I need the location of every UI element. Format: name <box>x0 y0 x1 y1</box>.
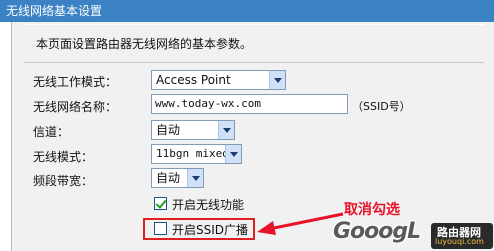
ssid-hint: （SSID号） <box>352 100 411 113</box>
wireless-mode-select[interactable]: 11bgn mixed <box>151 144 242 164</box>
page-title: 无线网络基本设置 <box>0 0 494 22</box>
watermark-badge: 路由器网 luyouqi.com <box>431 223 493 249</box>
watermark-badge-url: luyouqi.com <box>435 237 484 246</box>
bandwidth-label: 频段带宽： <box>33 174 94 188</box>
watermark-logo: GooogL 路由器网 luyouqi.com <box>333 219 494 251</box>
chevron-down-icon[interactable] <box>225 145 241 163</box>
wireless-mode-label: 无线模式： <box>33 150 94 164</box>
watermark-text: GooogL <box>333 219 421 244</box>
highlight-box <box>143 218 255 240</box>
channel-select[interactable]: 自动 <box>151 120 235 140</box>
mode-label: 无线工作模式： <box>33 75 118 89</box>
divider <box>24 62 484 63</box>
ssid-label: 无线网络名称： <box>33 100 118 114</box>
chevron-down-icon[interactable] <box>269 71 285 89</box>
annotation-text: 取消勾选 <box>344 202 400 218</box>
bandwidth-select-value: 自动 <box>156 171 181 185</box>
checkmark-icon <box>155 197 167 209</box>
chevron-down-icon[interactable] <box>187 169 203 187</box>
chevron-down-icon[interactable] <box>218 121 234 139</box>
divider <box>24 24 484 25</box>
channel-select-value: 自动 <box>156 123 181 137</box>
enable-wireless-checkbox[interactable] <box>154 197 167 210</box>
enable-wireless-label: 开启无线功能 <box>172 198 245 212</box>
mode-select[interactable]: Access Point <box>151 70 286 90</box>
channel-label: 信道： <box>33 125 70 139</box>
settings-panel: 本页面设置路由器无线网络的基本参数。 无线工作模式： Access Point … <box>11 22 494 251</box>
mode-select-value: Access Point <box>156 73 231 87</box>
intro-text: 本页面设置路由器无线网络的基本参数。 <box>36 37 253 51</box>
bandwidth-select[interactable]: 自动 <box>151 168 204 188</box>
wireless-mode-select-value: 11bgn mixed <box>156 147 229 160</box>
ssid-input[interactable]: www.today-wx.com <box>151 94 348 114</box>
